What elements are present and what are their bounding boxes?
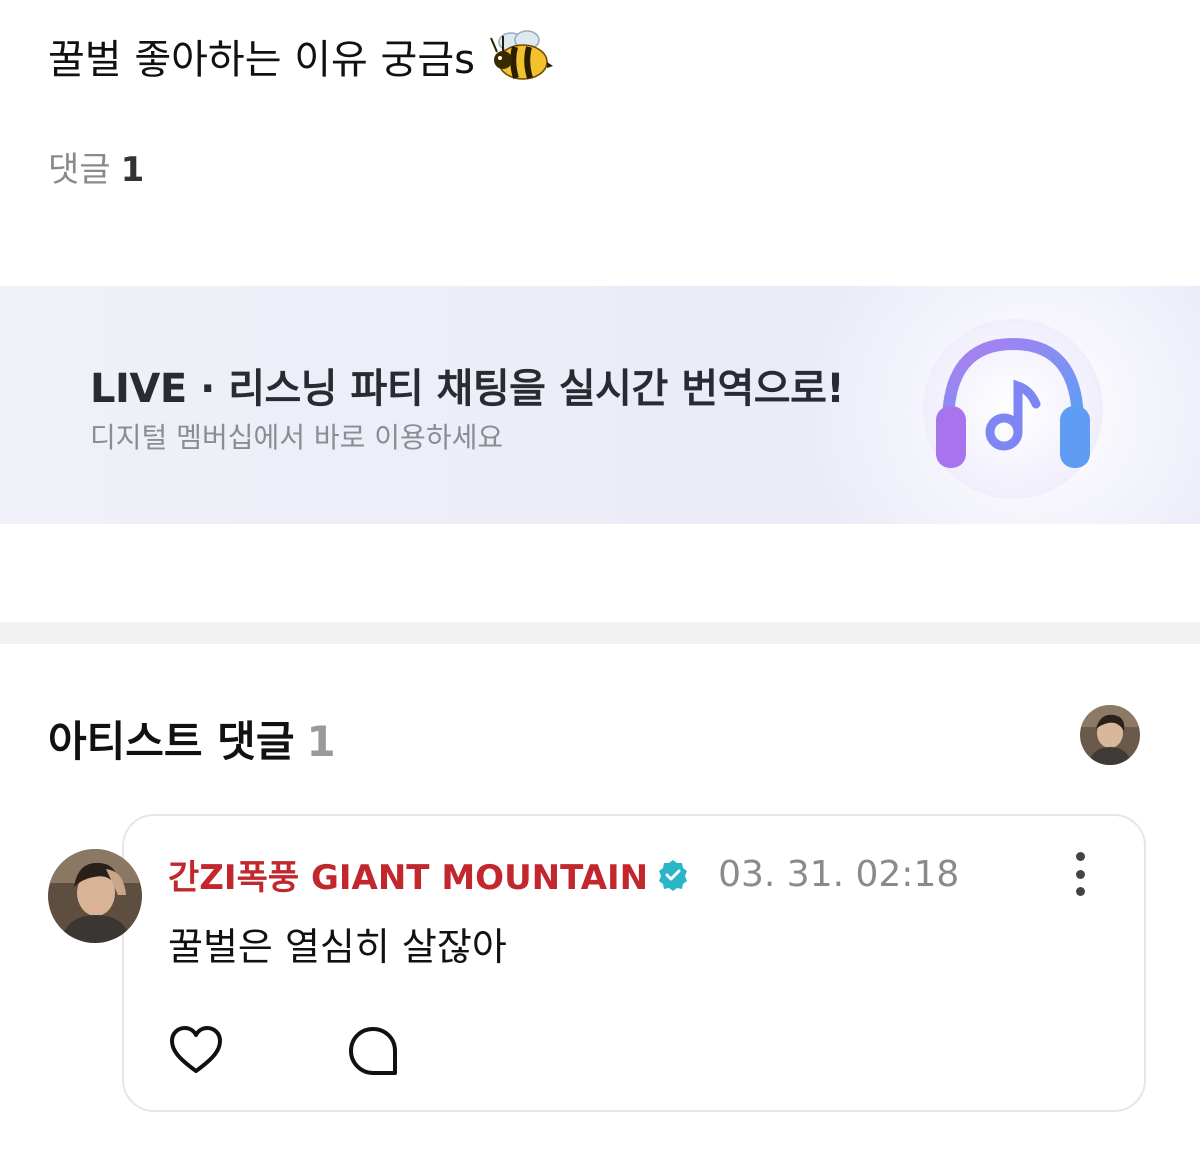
artist-avatar[interactable] bbox=[1080, 705, 1140, 765]
more-dot bbox=[1075, 852, 1085, 861]
more-dot bbox=[1075, 869, 1085, 879]
more-dot bbox=[1075, 887, 1085, 896]
post-content: 꿀벌 좋아하는 이유 궁금s bbox=[48, 26, 553, 86]
comment-count-number: 1 bbox=[120, 150, 145, 190]
banner-title: LIVE · 리스닝 파티 채팅을 실시간 번역으로! bbox=[90, 366, 845, 412]
comment-count-label: 댓글 bbox=[48, 150, 111, 190]
artist-comments-count: 1 bbox=[306, 717, 336, 766]
headphone-music-icon bbox=[923, 319, 1103, 499]
verified-badge-icon bbox=[659, 859, 688, 891]
artist-comments-title: 아티스트 댓글 bbox=[48, 717, 295, 766]
section-divider bbox=[0, 622, 1200, 644]
comment-bubble-icon[interactable] bbox=[346, 1024, 400, 1078]
comment-text: 꿀벌은 열심히 살잖아 bbox=[168, 925, 507, 969]
heart-icon[interactable] bbox=[168, 1024, 224, 1076]
comment-author[interactable]: 간ZI폭풍 GIANT MOUNTAIN bbox=[168, 850, 648, 899]
post-text: 꿀벌 좋아하는 이유 궁금s bbox=[48, 37, 475, 83]
comment-header: 간ZI폭풍 GIANT MOUNTAIN 03. 31. 02:18 bbox=[168, 850, 959, 899]
banner-subtitle: 디지털 멤버십에서 바로 이용하세요 bbox=[90, 421, 504, 454]
comment-timestamp: 03. 31. 02:18 bbox=[718, 854, 960, 895]
avatar-image bbox=[1080, 705, 1140, 765]
artist-comments-header: 아티스트 댓글 1 bbox=[48, 708, 336, 769]
commenter-avatar[interactable] bbox=[48, 849, 142, 943]
promo-banner[interactable]: LIVE · 리스닝 파티 채팅을 실시간 번역으로! 디지털 멤버십에서 바로… bbox=[0, 286, 1200, 524]
more-options-button[interactable] bbox=[1064, 852, 1096, 896]
comment-count: 댓글 1 bbox=[48, 142, 144, 191]
bee-icon bbox=[490, 30, 553, 80]
commenter-avatar-image bbox=[48, 849, 142, 943]
